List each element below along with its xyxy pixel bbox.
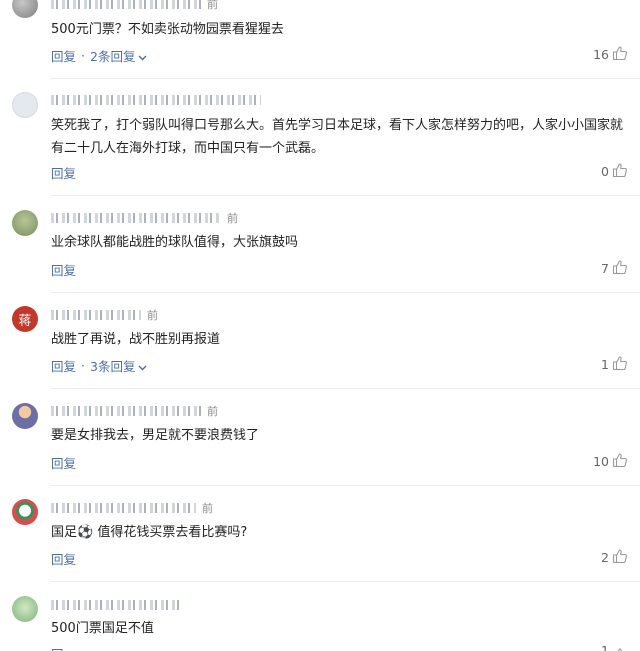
comment-time: 前: [202, 502, 213, 515]
comment-actions: 回复 · 3条回复: [51, 356, 147, 375]
thumbs-up-icon: [612, 45, 628, 64]
comment-actions: 回复 · 2条回复: [51, 46, 147, 65]
reply-button[interactable]: 回复: [51, 163, 76, 182]
comment-meta: 前: [51, 0, 218, 11]
comment-time: 前: [227, 212, 238, 225]
comment-time: 前: [207, 405, 218, 418]
username-blurred[interactable]: [51, 503, 196, 513]
replies-count: 3条回复: [90, 359, 136, 374]
avatar-glyph: 蒋: [18, 313, 32, 329]
avatar[interactable]: [12, 596, 38, 622]
reply-button[interactable]: 回: [51, 644, 64, 651]
comment-text: 战胜了再说，战不胜别再报道: [51, 332, 221, 347]
like-button[interactable]: 2: [601, 548, 628, 567]
divider: [51, 292, 640, 293]
comment-text: 要是女排我去，男足就不要浪费钱了: [51, 428, 260, 443]
comment-meta: 前: [51, 211, 238, 225]
username-blurred[interactable]: [51, 600, 181, 610]
like-count: 1: [601, 643, 609, 651]
like-count: 7: [601, 261, 609, 276]
reply-button[interactable]: 回复: [51, 260, 76, 279]
comment-text: 业余球队都能战胜的球队值得，大张旗鼓吗: [51, 235, 299, 250]
view-replies-button[interactable]: 2条回复: [90, 46, 147, 65]
reply-button[interactable]: 回复: [51, 549, 76, 568]
like-button[interactable]: 10: [593, 452, 628, 471]
comment-time: 前: [147, 309, 158, 322]
thumbs-up-icon: [612, 162, 628, 181]
comment-meta: [51, 93, 267, 107]
username-blurred[interactable]: [51, 0, 201, 9]
divider: [51, 195, 640, 196]
avatar[interactable]: [12, 0, 38, 18]
reply-button[interactable]: 回复: [51, 46, 76, 65]
like-count: 0: [601, 164, 609, 179]
divider: [51, 388, 640, 389]
comment-time: 前: [207, 0, 218, 11]
divider: [51, 581, 640, 582]
thumbs-up-icon: [612, 548, 628, 567]
comment-text: 500门票国足不值: [51, 621, 154, 636]
thumbs-up-icon: [612, 643, 628, 651]
like-count: 10: [593, 454, 609, 469]
like-count: 1: [601, 357, 609, 372]
username-blurred[interactable]: [51, 95, 261, 105]
thumbs-up-icon: [612, 259, 628, 278]
separator-dot: ·: [81, 48, 85, 63]
avatar[interactable]: [12, 210, 38, 236]
thumbs-up-icon: [612, 452, 628, 471]
replies-count: 2条回复: [90, 49, 136, 64]
comment-actions: 回复: [51, 260, 76, 279]
username-blurred[interactable]: [51, 310, 141, 320]
divider: [51, 78, 640, 79]
divider: [51, 485, 640, 486]
comment-meta: 前: [51, 501, 213, 515]
avatar[interactable]: 蒋: [12, 306, 38, 332]
comment-text: 500元门票？不如卖张动物园票看猩猩去: [51, 22, 284, 37]
comment-actions: 回: [51, 644, 64, 651]
like-count: 2: [601, 550, 609, 565]
like-button[interactable]: 7: [601, 259, 628, 278]
username-blurred[interactable]: [51, 213, 221, 223]
comment-actions: 回复: [51, 453, 76, 472]
avatar[interactable]: [12, 403, 38, 429]
reply-button[interactable]: 回复: [51, 356, 76, 375]
avatar[interactable]: [12, 499, 38, 525]
like-count: 16: [593, 47, 609, 62]
username-blurred[interactable]: [51, 406, 201, 416]
like-button[interactable]: 0: [601, 162, 628, 181]
comment-meta: 前: [51, 308, 158, 322]
comment-text: 国足⚽ 值得花钱买票去看比赛吗?: [51, 525, 248, 540]
thumbs-up-icon: [612, 355, 628, 374]
chevron-down-icon: [138, 49, 147, 64]
comment-actions: 回复: [51, 163, 76, 182]
comment-actions: 回复: [51, 549, 76, 568]
avatar[interactable]: [12, 92, 38, 118]
comment-meta: [51, 598, 187, 612]
view-replies-button[interactable]: 3条回复: [90, 356, 147, 375]
comment-meta: 前: [51, 404, 218, 418]
separator-dot: ·: [81, 358, 85, 373]
comment-text: 笑死我了，打个弱队叫得口号那么大。首先学习日本足球，看下人家怎样努力的吧，人家小…: [51, 118, 624, 156]
like-button[interactable]: 1: [601, 355, 628, 374]
like-button[interactable]: 16: [593, 45, 628, 64]
reply-button[interactable]: 回复: [51, 453, 76, 472]
like-button[interactable]: 1: [601, 643, 628, 651]
chevron-down-icon: [138, 359, 147, 374]
